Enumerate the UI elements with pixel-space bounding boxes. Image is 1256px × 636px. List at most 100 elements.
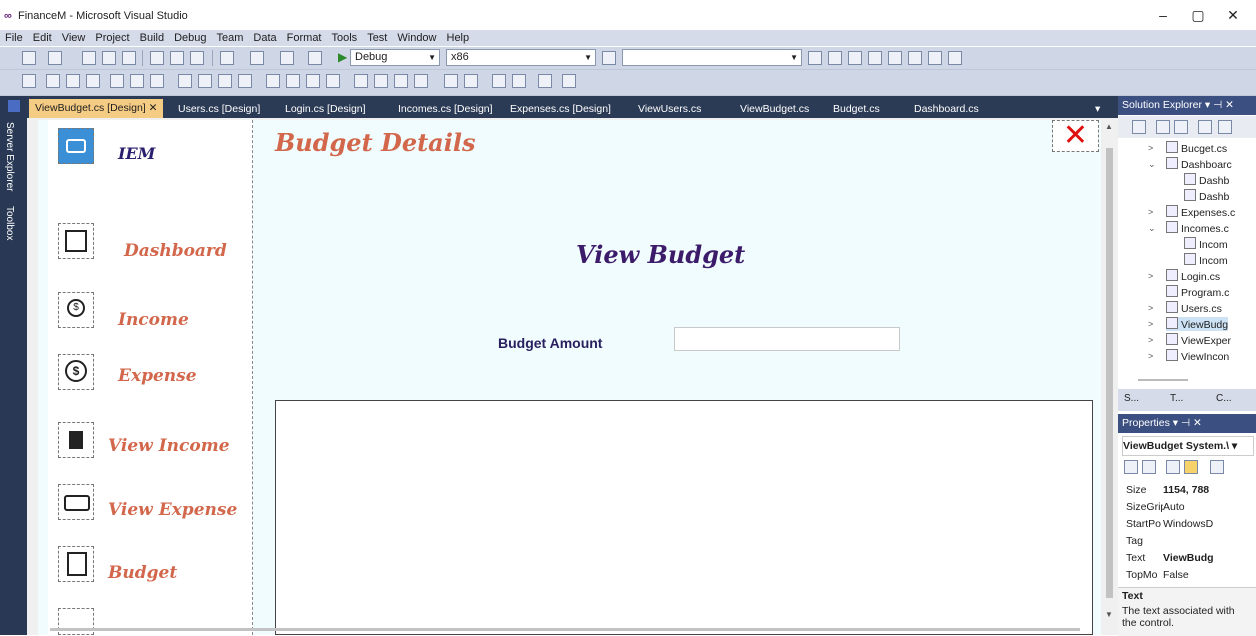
hscroll-thumb[interactable] — [50, 628, 1080, 631]
window-icon[interactable] — [948, 51, 962, 65]
save-all-icon[interactable] — [122, 51, 136, 65]
menu-file[interactable]: File — [0, 30, 28, 46]
decrease-horizontal-spacing-icon[interactable] — [306, 74, 320, 88]
tab-class-view[interactable]: C... — [1216, 393, 1232, 404]
nav-income-label[interactable]: Income — [118, 310, 189, 330]
prop-startposition-row[interactable]: StartPo WindowsD — [1126, 518, 1256, 530]
tab-overflow-icon[interactable]: ▾ — [1095, 100, 1100, 118]
align-bottoms-icon[interactable] — [150, 74, 164, 88]
menu-test[interactable]: Test — [362, 30, 392, 46]
add-item-icon[interactable] — [48, 51, 62, 65]
tree-item-viewbudget[interactable]: ViewBudg — [1166, 317, 1229, 331]
menu-format[interactable]: Format — [282, 30, 327, 46]
budget-data-grid[interactable] — [275, 400, 1093, 635]
tab-incomes-design[interactable]: Incomes.cs [Design] — [398, 100, 493, 118]
tab-login-design[interactable]: Login.cs [Design] — [285, 100, 366, 118]
nav-view-income-label[interactable]: View Income — [108, 436, 230, 456]
tab-dashboard[interactable]: Dashboard.cs — [914, 100, 979, 118]
menu-help[interactable]: Help — [442, 30, 475, 46]
server-explorer-tab[interactable]: Server Explorer — [4, 122, 15, 191]
tree-item-dashboard-resx[interactable]: Dashb — [1184, 189, 1229, 203]
expand-icon[interactable]: > — [1148, 143, 1153, 153]
save-icon[interactable] — [102, 51, 116, 65]
prop-text-row[interactable]: Text ViewBudg — [1126, 552, 1256, 564]
remove-vertical-spacing-icon[interactable] — [414, 74, 428, 88]
tab-viewusers[interactable]: ViewUsers.cs — [638, 100, 701, 118]
object-browser-icon[interactable] — [848, 51, 862, 65]
decrease-vertical-spacing-icon[interactable] — [394, 74, 408, 88]
tab-viewbudget-design[interactable]: ViewBudget.cs [Design] ✕ — [29, 99, 164, 118]
tab-viewbudget[interactable]: ViewBudget.cs — [740, 100, 809, 118]
make-same-height-icon[interactable] — [198, 74, 212, 88]
close-tab-icon[interactable]: ✕ — [149, 102, 158, 114]
refresh-icon[interactable] — [1174, 120, 1188, 134]
menu-debug[interactable]: Debug — [169, 30, 211, 46]
collapse-icon[interactable]: ⌄ — [1148, 159, 1156, 170]
solution-explorer-icon[interactable] — [808, 51, 822, 65]
start-page-icon[interactable] — [908, 51, 922, 65]
show-all-files-icon[interactable] — [1218, 120, 1232, 134]
expand-icon[interactable]: > — [1148, 351, 1153, 361]
platform-select[interactable]: x86 ▼ — [446, 49, 596, 66]
align-middles-icon[interactable] — [130, 74, 144, 88]
horizontal-spacing-equal-icon[interactable] — [266, 74, 280, 88]
tab-solution-explorer[interactable]: S... — [1124, 393, 1139, 404]
prop-size-row[interactable]: Size 1154, 788 — [1126, 484, 1256, 496]
solution-explorer-header[interactable]: Solution Explorer ▾ ⊣ ✕ — [1118, 96, 1256, 115]
extensions-icon[interactable] — [928, 51, 942, 65]
expand-icon[interactable]: > — [1148, 335, 1153, 345]
align-tops-icon[interactable] — [110, 74, 124, 88]
income-icon[interactable]: $ — [58, 292, 94, 328]
budget-icon[interactable] — [58, 546, 94, 582]
nav-budget-label[interactable]: Budget — [108, 563, 177, 583]
tree-item-incomes-resx[interactable]: Incom — [1184, 253, 1228, 267]
open-file-icon[interactable] — [82, 51, 96, 65]
paste-icon[interactable] — [190, 51, 204, 65]
expand-icon[interactable]: > — [1148, 207, 1153, 217]
designer-horizontal-scrollbar[interactable] — [40, 624, 1100, 635]
events-icon[interactable] — [1184, 460, 1198, 474]
send-to-back-icon[interactable] — [512, 74, 526, 88]
increase-vertical-spacing-icon[interactable] — [374, 74, 388, 88]
tree-item-viewincome[interactable]: ViewIncon — [1166, 349, 1229, 363]
tab-budget[interactable]: Budget.cs — [833, 100, 880, 118]
align-lefts-icon[interactable] — [46, 74, 60, 88]
menu-edit[interactable]: Edit — [28, 30, 57, 46]
property-pages-icon[interactable] — [1210, 460, 1224, 474]
tree-item-dashboard[interactable]: Dashboarc — [1166, 157, 1232, 171]
menu-window[interactable]: Window — [392, 30, 441, 46]
panel-hscroll[interactable] — [1138, 379, 1188, 381]
tab-expenses-design[interactable]: Expenses.cs [Design] — [510, 100, 611, 118]
increase-horizontal-spacing-icon[interactable] — [286, 74, 300, 88]
vertical-spacing-equal-icon[interactable] — [354, 74, 368, 88]
properties-object-select[interactable]: ViewBudget System.\ ▾ — [1122, 436, 1254, 456]
properties-view-icon[interactable] — [1166, 460, 1180, 474]
nav-dashboard-label[interactable]: Dashboard — [124, 241, 227, 261]
center-vertically-icon[interactable] — [464, 74, 478, 88]
find-icon[interactable] — [308, 51, 322, 65]
expand-icon[interactable]: > — [1148, 303, 1153, 313]
tree-item-users[interactable]: Users.cs — [1166, 301, 1222, 315]
collapse-all-icon[interactable] — [1198, 120, 1212, 134]
restore-button[interactable]: ▢ — [1183, 4, 1213, 26]
tree-item-login[interactable]: Login.cs — [1166, 269, 1220, 283]
nav-view-expense-label[interactable]: View Expense — [108, 500, 237, 520]
expand-icon[interactable]: > — [1148, 271, 1153, 281]
menu-team[interactable]: Team — [212, 30, 249, 46]
properties-header[interactable]: Properties ▾ ⊣ ✕ — [1118, 414, 1256, 433]
bring-to-front-icon[interactable] — [492, 74, 506, 88]
new-project-icon[interactable] — [22, 51, 36, 65]
find-combo[interactable]: ▼ — [622, 49, 802, 66]
menu-build[interactable]: Build — [135, 30, 169, 46]
home-icon[interactable] — [1132, 120, 1146, 134]
tree-item-viewexpense[interactable]: ViewExper — [1166, 333, 1231, 347]
toolbox-icon[interactable] — [868, 51, 882, 65]
redo-icon[interactable] — [250, 51, 264, 65]
tab-team-explorer[interactable]: T... — [1170, 393, 1183, 404]
toolbar-options-icon[interactable] — [562, 74, 576, 88]
close-window-button[interactable]: ✕ — [1218, 4, 1248, 26]
expand-icon[interactable]: > — [1148, 319, 1153, 329]
tab-order-icon[interactable] — [538, 74, 552, 88]
alphabetical-icon[interactable] — [1142, 460, 1156, 474]
prop-topmost-row[interactable]: TopMo False — [1126, 569, 1256, 581]
